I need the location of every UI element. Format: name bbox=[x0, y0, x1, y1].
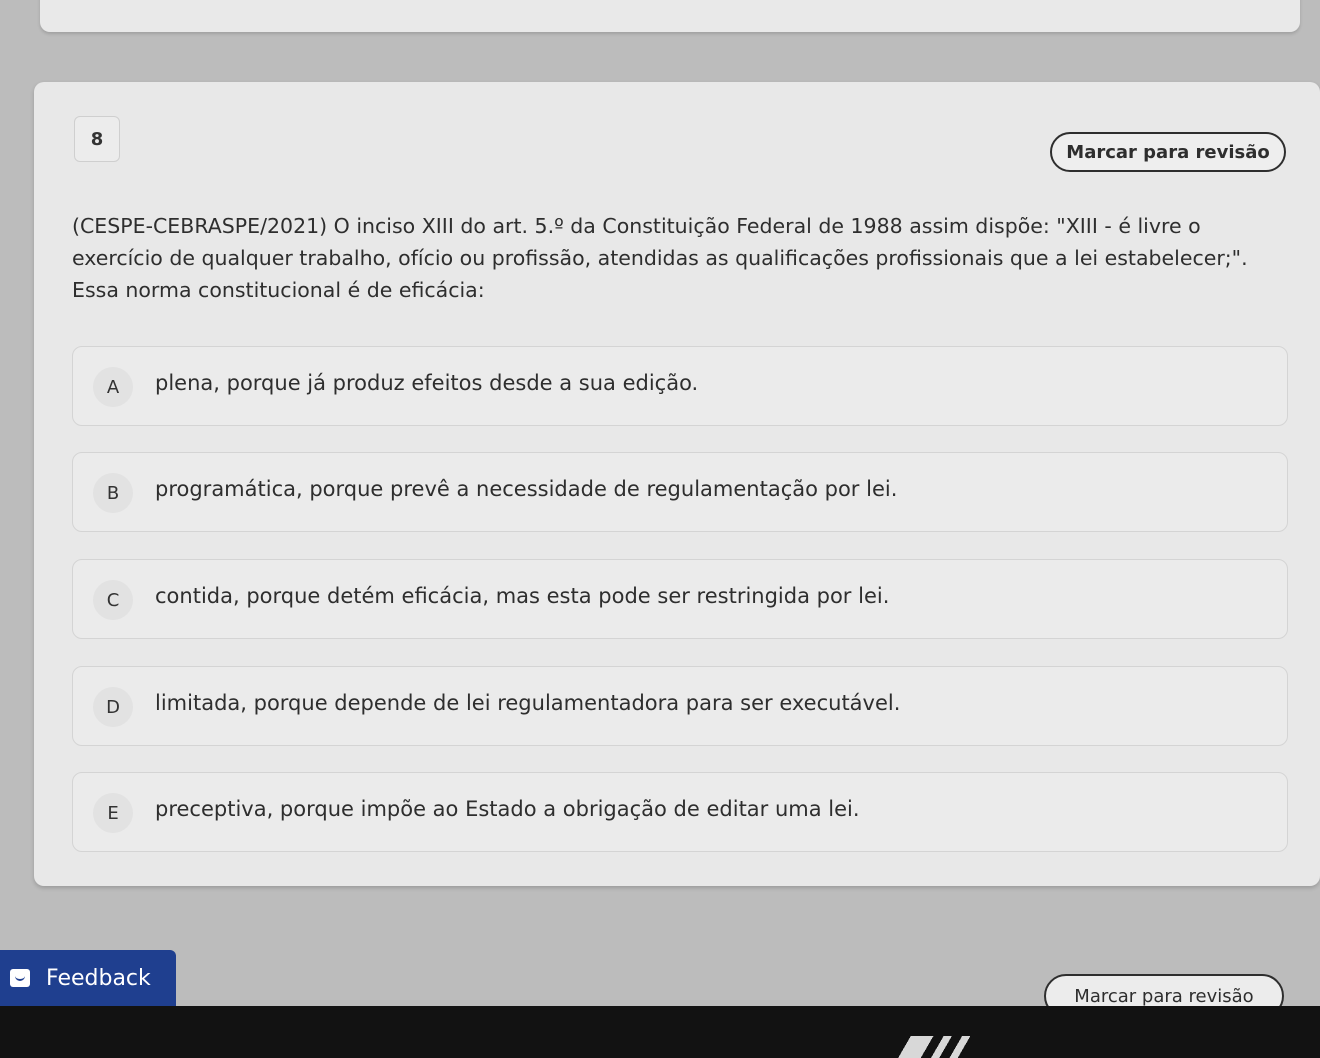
option-b[interactable]: B programática, porque prevê a necessida… bbox=[72, 452, 1288, 532]
option-d[interactable]: D limitada, porque depende de lei regula… bbox=[72, 666, 1288, 746]
previous-question-card bbox=[40, 0, 1300, 32]
option-text: contida, porque detém eficácia, mas esta… bbox=[155, 584, 890, 608]
option-text: limitada, porque depende de lei regulame… bbox=[155, 691, 901, 715]
smiley-feedback-icon bbox=[10, 969, 30, 987]
option-letter: B bbox=[93, 473, 133, 513]
feedback-label: Feedback bbox=[46, 965, 151, 991]
feedback-button[interactable]: Feedback bbox=[0, 950, 176, 1006]
option-letter: D bbox=[93, 687, 133, 727]
option-text: plena, porque já produz efeitos desde a … bbox=[155, 371, 699, 395]
option-text: programática, porque prevê a necessidade… bbox=[155, 477, 898, 501]
option-c[interactable]: C contida, porque detém eficácia, mas es… bbox=[72, 559, 1288, 639]
mark-for-review-button[interactable]: Marcar para revisão bbox=[1050, 132, 1286, 172]
monitor-bezel bbox=[0, 1006, 1320, 1058]
option-letter: E bbox=[93, 793, 133, 833]
question-number: 8 bbox=[74, 116, 120, 162]
question-statement: (CESPE-CEBRASPE/2021) O inciso XIII do a… bbox=[72, 214, 1248, 302]
option-e[interactable]: E preceptiva, porque impõe ao Estado a o… bbox=[72, 772, 1288, 852]
option-text: preceptiva, porque impõe ao Estado a obr… bbox=[155, 797, 860, 821]
option-letter: C bbox=[93, 580, 133, 620]
option-a[interactable]: A plena, porque já produz efeitos desde … bbox=[72, 346, 1288, 426]
question-card: 8 Marcar para revisão (CESPE-CEBRASPE/20… bbox=[34, 82, 1320, 886]
monitor-logo bbox=[880, 1036, 970, 1058]
option-letter: A bbox=[93, 367, 133, 407]
